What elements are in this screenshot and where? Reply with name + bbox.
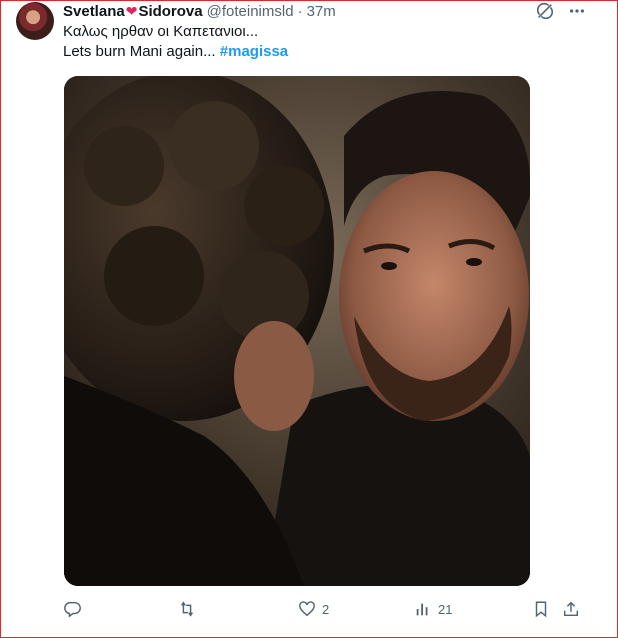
heart-emoji: ❤ xyxy=(125,2,138,19)
share-icon xyxy=(563,601,579,617)
display-name-second: Sidorova xyxy=(138,2,203,20)
tweet-text: Καλως ηρθαν οι Καπετανιοι... Lets burn M… xyxy=(63,22,288,62)
separator-dot: · xyxy=(297,2,303,20)
display-name[interactable]: Svetlana ❤ Sidorova xyxy=(63,3,203,20)
share-button[interactable] xyxy=(562,596,580,622)
timestamp[interactable]: 37m xyxy=(307,3,336,20)
like-icon xyxy=(299,601,315,617)
tweet-text-line1: Καλως ηρθαν οι Καπετανιοι... xyxy=(63,23,259,40)
like-count: 2 xyxy=(322,601,330,617)
views-count: 21 xyxy=(438,601,453,617)
tweet-text-line2: Lets burn Mani again... #magissa xyxy=(63,42,288,62)
bookmark-icon xyxy=(535,601,547,618)
views-icon xyxy=(416,603,428,616)
user-handle[interactable]: @foteinimsld xyxy=(207,3,294,20)
tweet-text-line2-content: Lets burn Mani again... xyxy=(63,43,216,60)
retweet-icon xyxy=(181,601,193,617)
avatar[interactable] xyxy=(16,2,54,40)
like-button[interactable]: 2 xyxy=(298,596,329,622)
tweet-top-icons xyxy=(536,2,586,20)
media-photo xyxy=(64,76,530,586)
views-button[interactable]: 21 xyxy=(414,596,452,622)
reply-button[interactable] xyxy=(64,596,88,622)
hashtag-link[interactable]: #magissa xyxy=(220,43,288,60)
tweet-media-image[interactable] xyxy=(64,76,530,586)
tweet-actions: 2 21 xyxy=(56,596,596,622)
more-icon[interactable] xyxy=(568,2,586,20)
tweet-header: Svetlana ❤ Sidorova @foteinimsld · 37m xyxy=(63,1,336,21)
retweet-button[interactable] xyxy=(178,596,202,622)
reply-icon xyxy=(64,601,81,618)
display-name-first: Svetlana xyxy=(63,2,125,20)
bookmark-button[interactable] xyxy=(532,596,550,622)
grok-icon[interactable] xyxy=(536,2,554,20)
